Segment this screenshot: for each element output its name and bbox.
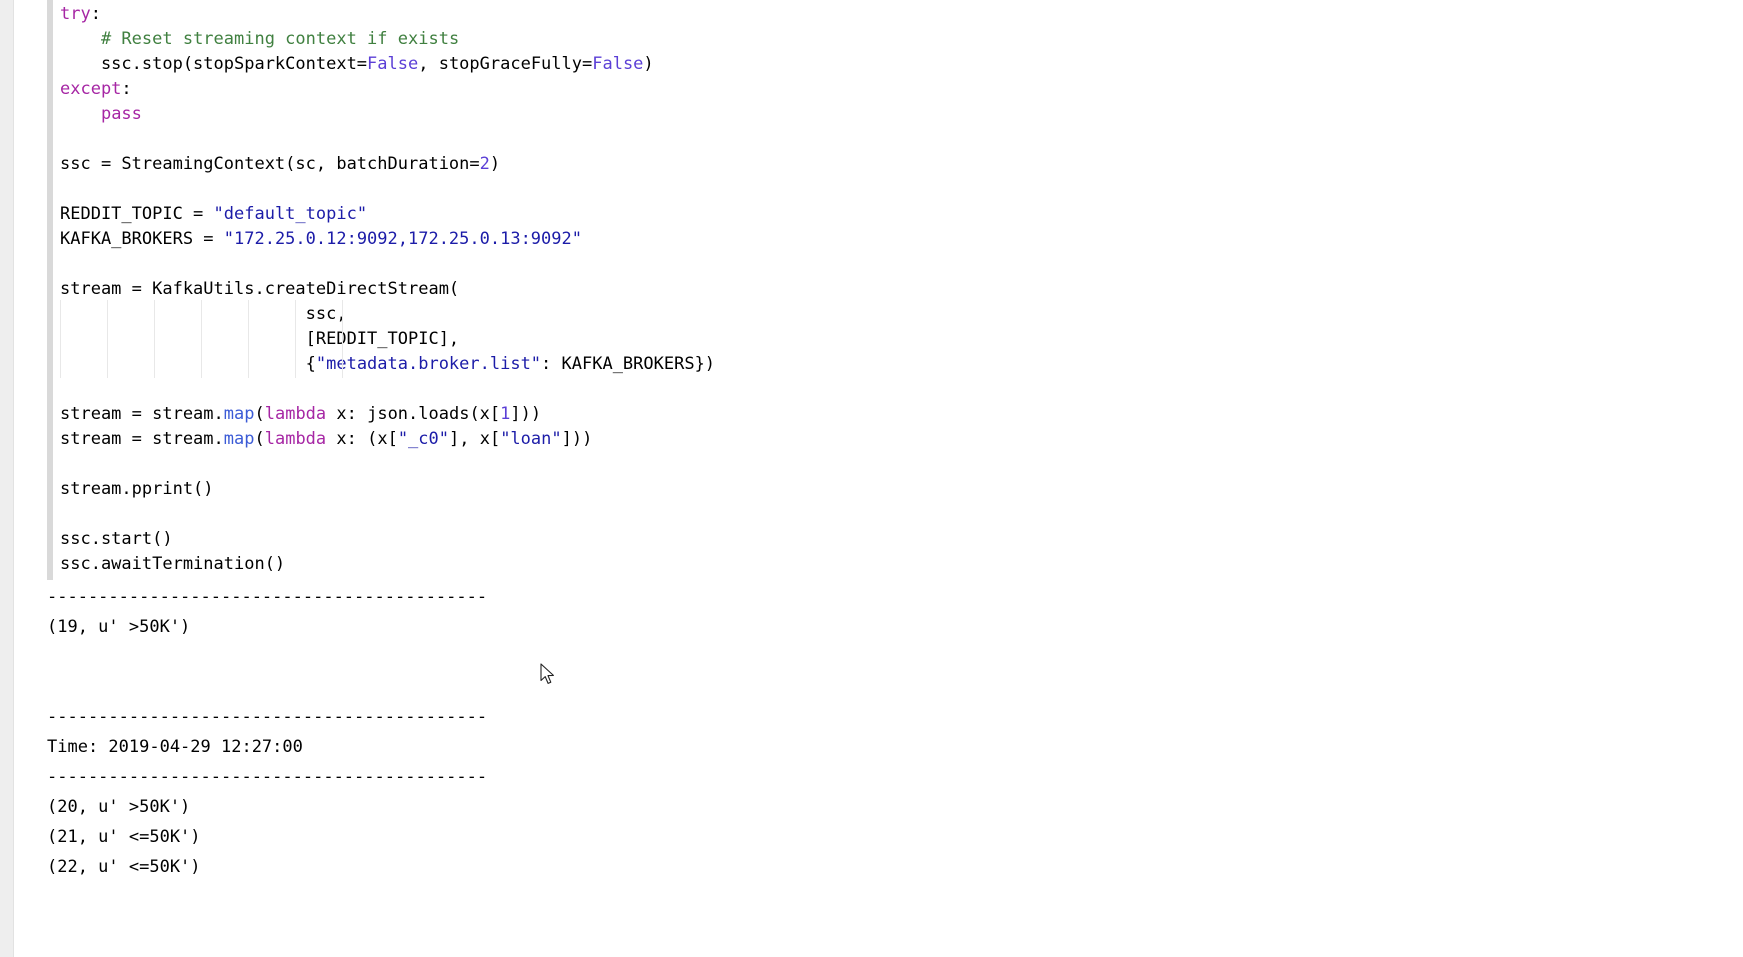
output-separator: ----------------------------------------… (47, 767, 488, 787)
code-line: ssc = StreamingContext(sc, batchDuration… (60, 154, 501, 174)
output-blank (47, 672, 1737, 702)
code-line: stream = KafkaUtils.createDirectStream( (60, 279, 460, 299)
code-line: stream.pprint() (60, 479, 214, 499)
code-line: # Reset streaming context if exists (100, 29, 460, 49)
code-line: {"metadata.broker.list": KAFKA_BROKERS}) (60, 354, 716, 374)
output-record: (22, u' <=50K') (47, 857, 201, 877)
output-separator: ----------------------------------------… (47, 587, 488, 607)
output-separator: ----------------------------------------… (47, 707, 488, 727)
code-line: pass (100, 104, 142, 124)
code-line: stream = stream.map(lambda x: (x["_c0"],… (60, 429, 593, 449)
code-line: REDDIT_TOPIC = "default_topic" (60, 204, 368, 224)
output-record: (19, u' >50K') (47, 617, 191, 637)
page-left-gutter (0, 0, 14, 957)
code-line: [REDDIT_TOPIC], (60, 329, 460, 349)
output-record: (20, u' >50K') (47, 797, 191, 817)
code-cell[interactable]: try: # Reset streaming context if exists… (47, 0, 1737, 580)
output-blank (47, 642, 1737, 672)
code-line: except: (60, 79, 132, 99)
code-line: try: (60, 4, 101, 24)
cell-output-stdout: ----------------------------------------… (47, 582, 1737, 882)
code-cell-source[interactable]: try: # Reset streaming context if exists… (60, 0, 1737, 577)
code-line: ssc.start() (60, 529, 173, 549)
code-line: ssc.stop(stopSparkContext=False, stopGra… (60, 54, 654, 74)
output-record: (21, u' <=50K') (47, 827, 201, 847)
code-line: KAFKA_BROKERS = "172.25.0.12:9092,172.25… (60, 229, 582, 249)
code-line: ssc, (60, 304, 347, 324)
code-line: stream = stream.map(lambda x: json.loads… (60, 404, 542, 424)
notebook-page: try: # Reset streaming context if exists… (0, 0, 1743, 957)
output-batch-time: Time: 2019-04-29 12:27:00 (47, 737, 303, 757)
code-cell-left-bar (47, 0, 53, 580)
code-line: ssc.awaitTermination() (60, 554, 286, 574)
